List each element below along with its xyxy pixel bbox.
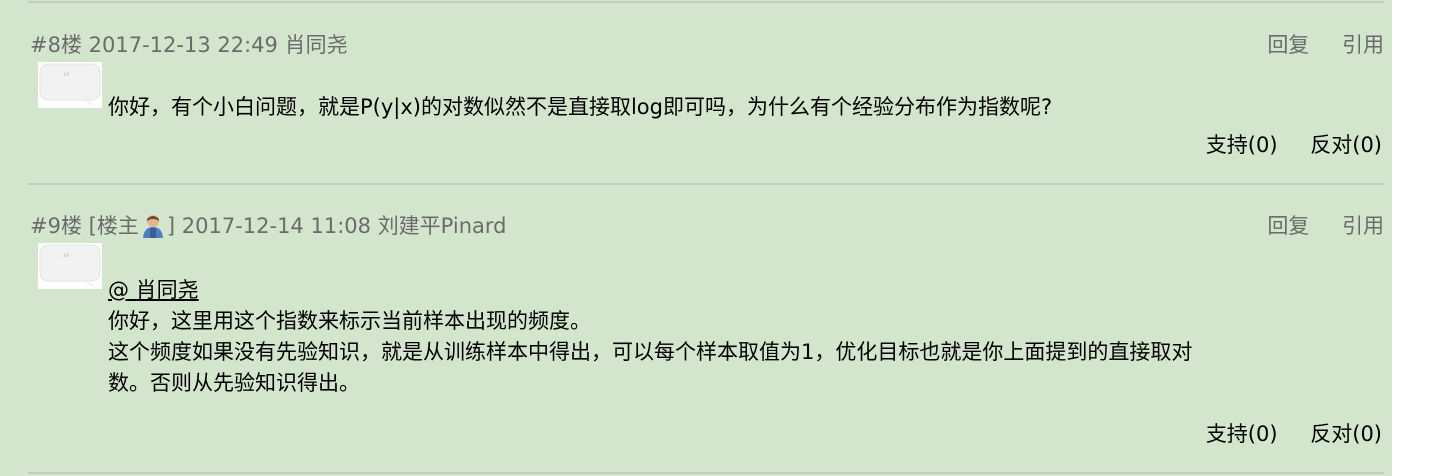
comment-divider bbox=[28, 1, 1384, 3]
comment-author[interactable]: 肖同尧 bbox=[285, 33, 348, 57]
oppose-button[interactable]: 反对(0) bbox=[1310, 422, 1382, 446]
quote-bubble-icon: “ bbox=[38, 62, 102, 108]
reply-button[interactable]: 回复 bbox=[1267, 214, 1309, 238]
comment-divider bbox=[28, 472, 1384, 474]
comment-item: #9楼 [楼主 ] 2017-12-14 11:08 刘建平Pinard 回复 … bbox=[28, 211, 1384, 461]
comment-meta: #9楼 [楼主 ] 2017-12-14 11:08 刘建平Pinard bbox=[30, 211, 507, 241]
vote-bar: 支持(0) 反对(0) bbox=[1180, 419, 1382, 449]
mention-link[interactable]: @ 肖同尧 bbox=[108, 275, 1192, 306]
comment-line: 这个频度如果没有先验知识，就是从训练样本中得出，可以每个样本取值为1，优化目标也… bbox=[108, 340, 1193, 364]
oppose-button[interactable]: 反对(0) bbox=[1310, 133, 1382, 157]
comment-line: 你好，有个小白问题，就是P(y|x)的对数似然不是直接取log即可吗，为什么有个… bbox=[108, 95, 1053, 119]
comment-timestamp: 2017-12-14 11:08 bbox=[181, 214, 371, 238]
comment-line: 数。否则从先验知识得出。 bbox=[108, 371, 360, 395]
page-margin bbox=[1392, 0, 1436, 476]
owner-tag: [楼主 ] bbox=[88, 212, 176, 238]
quote-bubble-icon: “ bbox=[38, 243, 102, 289]
owner-tag-label: [楼主 bbox=[88, 214, 139, 238]
floor-number: #8楼 bbox=[30, 33, 82, 57]
comment-actions: 回复 引用 bbox=[1241, 211, 1384, 241]
support-button[interactable]: 支持(0) bbox=[1206, 422, 1278, 446]
reply-button[interactable]: 回复 bbox=[1267, 33, 1309, 57]
comment-line: 你好，这里用这个指数来标示当前样本出现的频度。 bbox=[108, 309, 591, 333]
svg-text:“: “ bbox=[62, 250, 70, 269]
vote-bar: 支持(0) 反对(0) bbox=[1180, 130, 1382, 160]
comment-meta: #8楼 2017-12-13 22:49 肖同尧 bbox=[30, 30, 348, 60]
comment-timestamp: 2017-12-13 22:49 bbox=[88, 33, 278, 57]
comment-body: @ 肖同尧 你好，这里用这个指数来标示当前样本出现的频度。 这个频度如果没有先验… bbox=[108, 275, 1192, 399]
quote-button[interactable]: 引用 bbox=[1342, 33, 1384, 57]
support-button[interactable]: 支持(0) bbox=[1206, 133, 1278, 157]
comment-author[interactable]: 刘建平Pinard bbox=[378, 214, 507, 238]
comment-item: #8楼 2017-12-13 22:49 肖同尧 回复 引用 “ 你好，有个小白… bbox=[28, 30, 1384, 170]
quote-button[interactable]: 引用 bbox=[1342, 214, 1384, 238]
comment-body: 你好，有个小白问题，就是P(y|x)的对数似然不是直接取log即可吗，为什么有个… bbox=[108, 92, 1052, 123]
floor-number: #9楼 bbox=[30, 214, 82, 238]
owner-tag-close: ] bbox=[166, 214, 176, 238]
comment-divider bbox=[28, 183, 1384, 185]
comment-actions: 回复 引用 bbox=[1241, 30, 1384, 60]
user-avatar-icon bbox=[139, 212, 166, 238]
svg-text:“: “ bbox=[62, 69, 70, 88]
